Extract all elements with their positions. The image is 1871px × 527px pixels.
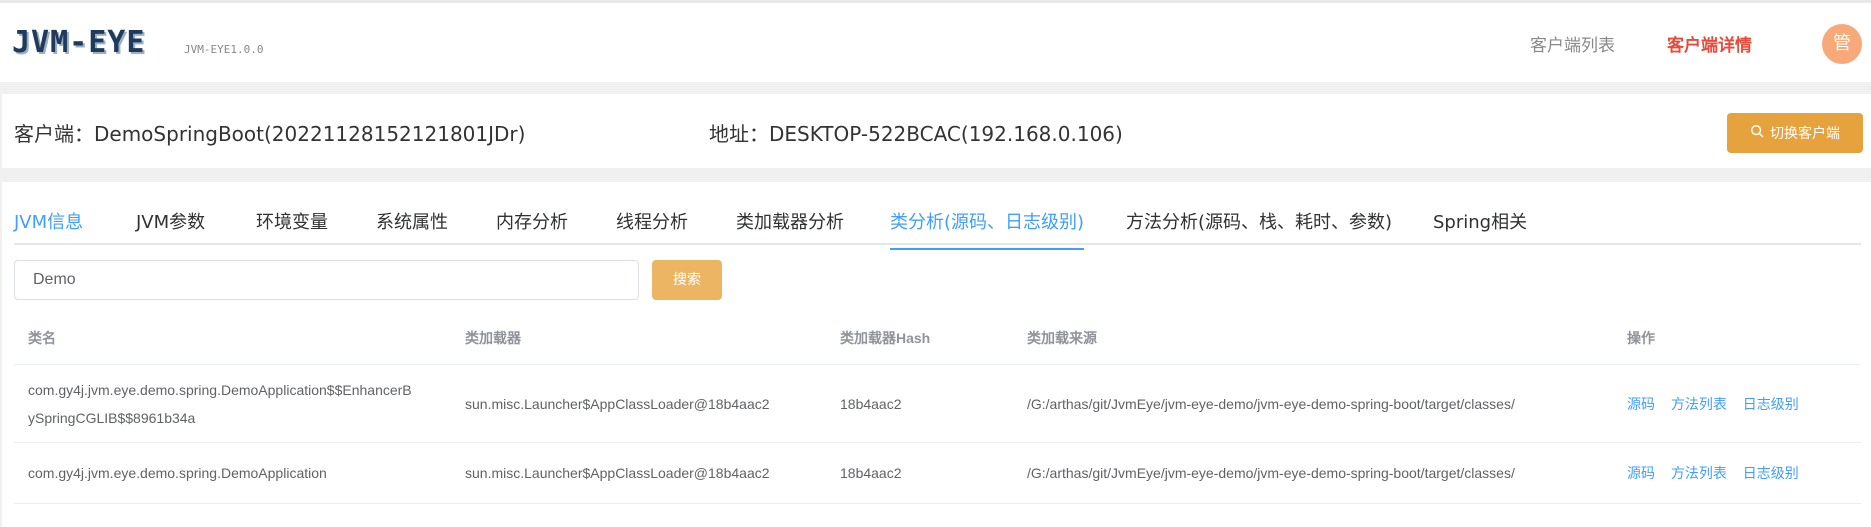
source-link[interactable]: 源码 [1627,396,1655,412]
search-button[interactable]: 搜索 [652,260,722,300]
class-name-cell: com.gy4j.jvm.eye.demo.spring.DemoApplica… [14,364,451,443]
class-name-line: com.gy4j.jvm.eye.demo.spring.DemoApplica… [28,381,412,398]
client-address: 地址：DESKTOP-522BCAC(192.168.0.106) [709,122,1123,146]
table-row: com.gy4j.jvm.eye.demo.spring.DemoApplica… [14,442,1861,504]
log-level-link[interactable]: 日志级别 [1743,396,1799,412]
search-input[interactable]: Demo [14,260,639,300]
source-cell: /G:/arthas/git/JvmEye/jvm-eye-demo/jvm-e… [1013,442,1613,504]
hash-cell: 18b4aac2 [826,364,1013,443]
column-header-actions: 操作 [1613,312,1861,365]
actions-cell: 源码 方法列表 日志级别 [1613,442,1861,504]
nav-client-list[interactable]: 客户端列表 [1530,31,1615,56]
tab-spring[interactable]: Spring相关 [1433,208,1527,248]
column-header-classloader-hash: 类加载器Hash [826,312,1013,365]
client-name: 客户端：DemoSpringBoot(20221128152121801JDr) [14,122,526,146]
nav-client-detail[interactable]: 客户端详情 [1667,31,1752,56]
log-level-link[interactable]: 日志级别 [1743,465,1799,481]
source-link[interactable]: 源码 [1627,465,1655,481]
switch-client-button[interactable]: 切换客户端 [1727,113,1863,153]
classloader-cell: sun.misc.Launcher$AppClassLoader@18b4aac… [451,442,826,504]
method-list-link[interactable]: 方法列表 [1671,465,1727,481]
table-header-row: 类名 类加载器 类加载器Hash 类加载来源 操作 [14,312,1861,365]
tab-classloader-analysis[interactable]: 类加载器分析 [736,208,844,248]
class-name-line: ySpringCGLIB$$8961b34a [28,409,196,426]
class-name-cell: com.gy4j.jvm.eye.demo.spring.DemoApplica… [14,442,451,504]
source-cell: /G:/arthas/git/JvmEye/jvm-eye-demo/jvm-e… [1013,364,1613,443]
tab-system-props[interactable]: 系统属性 [376,208,448,248]
column-header-classloader: 类加载器 [451,312,826,365]
table-row: com.gy4j.jvm.eye.demo.spring.DemoApplica… [14,364,1861,443]
top-header: JVM-EYE JVM-EYE1.0.0 客户端列表 客户端详情 管 [0,0,1871,82]
method-list-link[interactable]: 方法列表 [1671,396,1727,412]
tab-memory-analysis[interactable]: 内存分析 [496,208,568,248]
switch-client-label: 切换客户端 [1770,126,1840,142]
search-icon [1750,124,1764,142]
main-panel: JVM信息 JVM参数 环境变量 系统属性 内存分析 线程分析 类加载器分析 类… [2,182,1871,527]
actions-cell: 源码 方法列表 日志级别 [1613,364,1861,443]
classloader-cell: sun.misc.Launcher$AppClassLoader@18b4aac… [451,364,826,443]
column-header-class-name: 类名 [14,312,451,365]
client-info-bar: 客户端：DemoSpringBoot(20221128152121801JDr)… [2,94,1871,168]
avatar[interactable]: 管 [1822,24,1862,64]
tab-thread-analysis[interactable]: 线程分析 [616,208,688,248]
tab-class-analysis[interactable]: 类分析(源码、日志级别) [890,208,1085,250]
hash-cell: 18b4aac2 [826,442,1013,504]
tab-method-analysis[interactable]: 方法分析(源码、栈、耗时、参数) [1126,208,1392,248]
class-table: 类名 类加载器 类加载器Hash 类加载来源 操作 com.gy4j.jvm.e… [14,312,1861,504]
app-version: JVM-EYE1.0.0 [184,43,264,56]
tab-env-vars[interactable]: 环境变量 [256,208,328,248]
column-header-source: 类加载来源 [1013,312,1613,365]
tab-bar: JVM信息 JVM参数 环境变量 系统属性 内存分析 线程分析 类加载器分析 类… [14,182,1861,250]
app-logo: JVM-EYE [12,25,146,60]
tab-jvm-info[interactable]: JVM信息 [14,208,83,248]
tab-jvm-params[interactable]: JVM参数 [136,208,205,248]
